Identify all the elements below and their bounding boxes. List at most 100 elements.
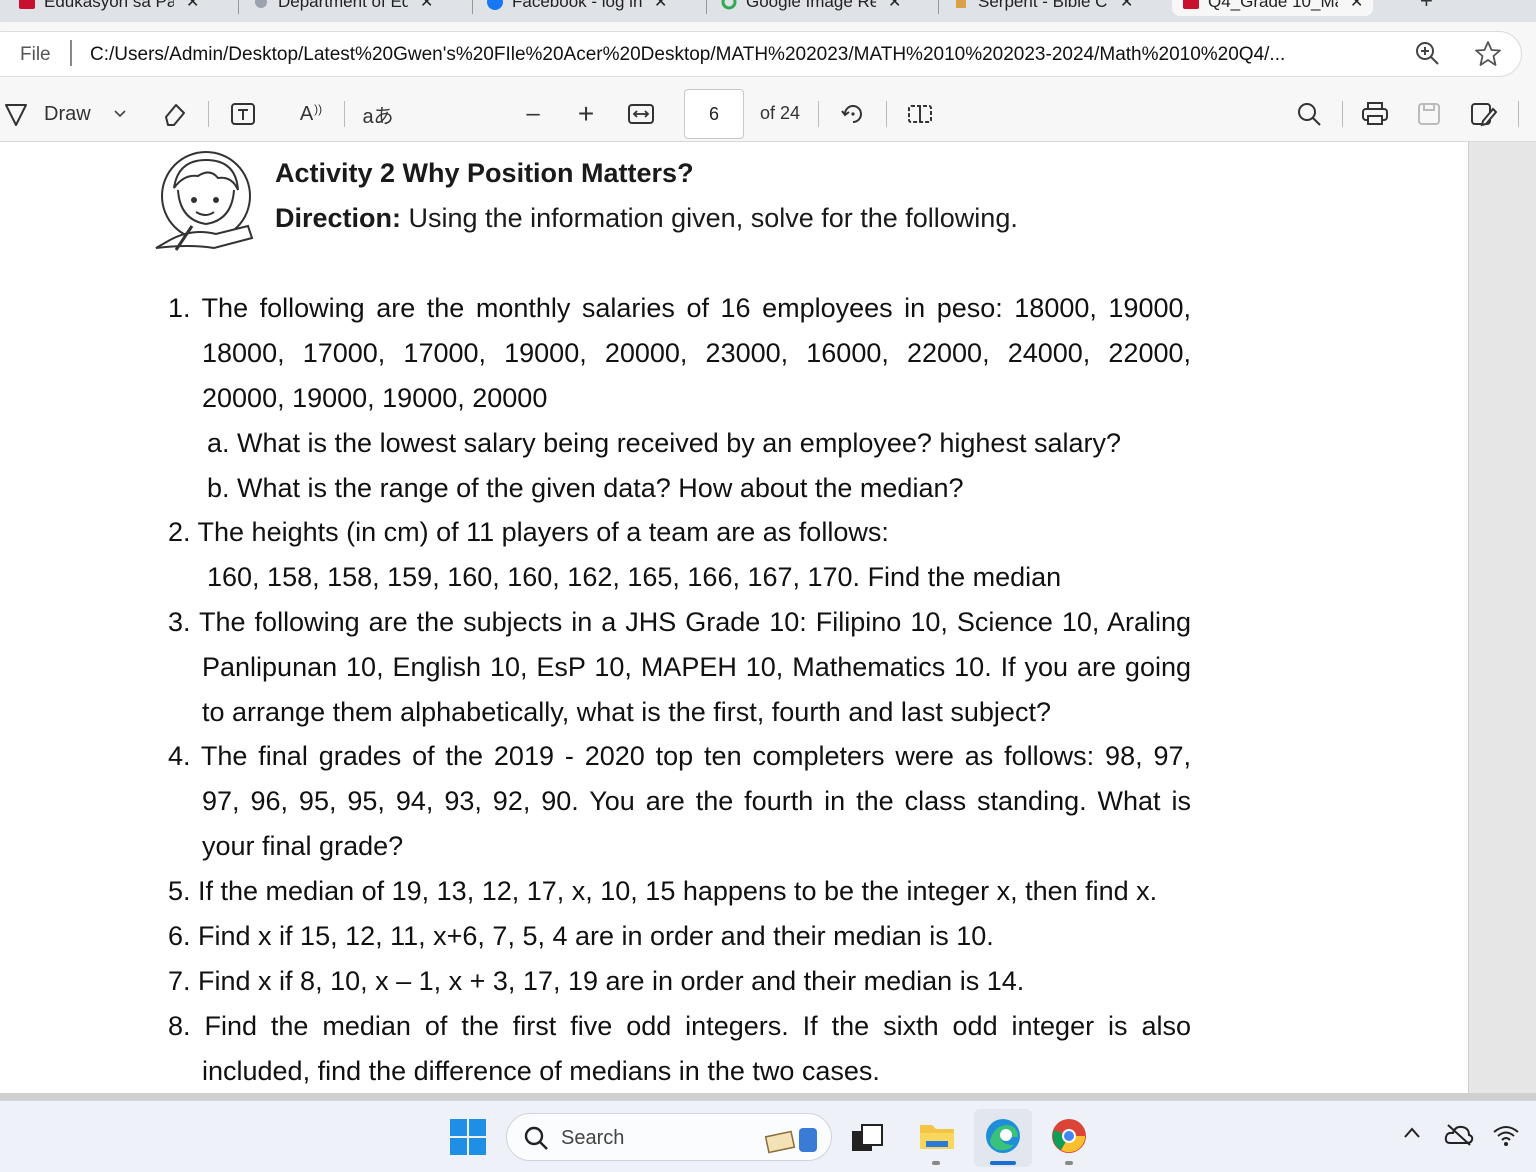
- tab-deped[interactable]: Department of Ed ✕: [242, 0, 443, 16]
- taskbar-search-box[interactable]: Search: [506, 1113, 832, 1161]
- question-7: 7. Find x if 8, 10, x – 1, x + 3, 17, 19…: [168, 966, 1025, 996]
- toolbar-divider: [208, 101, 209, 127]
- tab-title: Google Image Re: [746, 0, 876, 11]
- zoom-out-button[interactable]: –: [520, 100, 546, 128]
- draw-button[interactable]: Draw: [44, 100, 91, 128]
- add-text-icon[interactable]: [228, 100, 258, 128]
- eraser-icon[interactable]: [160, 100, 190, 128]
- pdf-icon: [1182, 0, 1200, 10]
- search-icon[interactable]: [1294, 100, 1324, 128]
- favorite-star-icon[interactable]: [1474, 40, 1502, 73]
- file-explorer-icon[interactable]: [918, 1119, 956, 1153]
- task-view-icon[interactable]: [850, 1123, 884, 1153]
- tab-title: Q4_Grade 10_Ma: [1208, 0, 1338, 11]
- pdf-toolbar: Draw A)) aあ – + 6 of 24: [0, 86, 1536, 142]
- pdf-icon: [18, 0, 36, 10]
- print-icon[interactable]: [1360, 100, 1390, 128]
- tab-title: Facebook - log in: [512, 0, 642, 11]
- text-size-icon[interactable]: A)): [296, 100, 326, 128]
- question-6: 6. Find x if 15, 12, 11, x+6, 7, 5, 4 ar…: [168, 921, 994, 951]
- page-gap: [0, 1093, 1536, 1100]
- close-icon[interactable]: ✕: [1350, 0, 1363, 12]
- worksheet-content: Activity 2 Why Position Matters? Directi…: [0, 142, 1469, 1093]
- tab-divider: [706, 0, 707, 14]
- question-8-line-1: 8. Find the median of the first five odd…: [168, 1011, 1191, 1041]
- search-icon: [524, 1126, 548, 1150]
- windows-start-icon[interactable]: [450, 1119, 486, 1155]
- url-text[interactable]: C:/Users/Admin/Desktop/Latest%20Gwen's%2…: [90, 44, 1285, 66]
- direction-line: Direction: Using the information given, …: [275, 203, 1018, 234]
- save-icon[interactable]: [1414, 100, 1444, 128]
- tab-title: Edukasyon sa Pag: [44, 0, 174, 11]
- search-highlight-icon: [764, 1128, 817, 1154]
- chevron-up-icon[interactable]: [1402, 1123, 1422, 1143]
- question-1-line-2: 18000, 17000, 17000, 19000, 20000, 23000…: [202, 338, 1191, 368]
- tab-q4-grade10[interactable]: Q4_Grade 10_Ma ✕: [1172, 0, 1374, 16]
- draw-pen-icon[interactable]: [2, 100, 30, 128]
- question-8-line-2: included, find the difference of medians…: [202, 1056, 880, 1086]
- deped-icon: [252, 0, 270, 10]
- tab-strip: Edukasyon sa Pag ✕ Department of Ed ✕ Fa…: [0, 0, 1536, 22]
- minus-glyph: –: [526, 100, 540, 127]
- save-as-icon[interactable]: [1468, 100, 1498, 128]
- draw-label: Draw: [44, 102, 91, 125]
- zoom-icon[interactable]: [1414, 40, 1440, 71]
- close-icon[interactable]: ✕: [1120, 0, 1133, 12]
- wifi-icon[interactable]: [1492, 1123, 1520, 1147]
- question-2-line-2: 160, 158, 158, 159, 160, 160, 162, 165, …: [207, 562, 1062, 592]
- plus-glyph: +: [577, 98, 595, 129]
- bible-icon: [952, 0, 970, 10]
- site-info-label[interactable]: File: [20, 44, 51, 66]
- tab-edukasyon[interactable]: Edukasyon sa Pag ✕: [8, 0, 209, 16]
- question-4-line-1: 4. The final grades of the 2019 - 2020 t…: [168, 741, 1191, 771]
- close-icon[interactable]: ✕: [654, 0, 667, 12]
- question-3-line-3: to arrange them alphabetically, what is …: [202, 697, 1051, 727]
- text-size-glyph: A: [299, 102, 314, 125]
- student-writing-icon: [155, 151, 254, 251]
- question-1b: b. What is the range of the given data? …: [207, 473, 964, 503]
- tab-serpent[interactable]: Serpent - Bible Co ✕: [942, 0, 1143, 16]
- tab-facebook[interactable]: Facebook - log in ✕: [476, 0, 677, 16]
- tab-divider: [238, 0, 239, 14]
- direction-label: Direction:: [275, 203, 402, 233]
- question-4-line-3: your final grade?: [202, 831, 404, 861]
- new-tab-button[interactable]: +: [1420, 0, 1433, 14]
- toolbar-divider: [886, 101, 887, 127]
- question-3-line-1: 3. The following are the subjects in a J…: [168, 607, 1191, 637]
- pdf-viewer[interactable]: Activity 2 Why Position Matters? Directi…: [0, 142, 1536, 1100]
- direction-text: Using the information given, solve for t…: [401, 203, 1018, 233]
- search-placeholder: Search: [561, 1127, 625, 1149]
- rotate-icon[interactable]: [838, 100, 868, 128]
- question-3-line-2: Panlipunan 10, English 10, EsP 10, MAPEH…: [202, 652, 1191, 682]
- zoom-in-button[interactable]: +: [573, 98, 599, 129]
- active-indicator: [990, 1161, 1016, 1165]
- url-divider: [70, 40, 72, 66]
- close-icon[interactable]: ✕: [420, 0, 433, 12]
- tab-divider: [938, 0, 939, 14]
- onedrive-offline-icon[interactable]: [1444, 1123, 1474, 1147]
- edge-browser-icon[interactable]: [984, 1117, 1022, 1155]
- toolbar-divider: [1518, 101, 1519, 127]
- fit-width-icon[interactable]: [626, 100, 656, 128]
- toolbar-divider: [344, 101, 345, 127]
- tab-google-image[interactable]: Google Image Re ✕: [710, 0, 911, 16]
- toolbar-divider: [1342, 101, 1343, 127]
- question-1-line-3: 20000, 19000, 19000, 20000: [202, 383, 548, 413]
- chevron-down-icon[interactable]: [110, 100, 130, 128]
- google-icon: [720, 0, 738, 10]
- page-number-input[interactable]: 6: [684, 89, 744, 139]
- page-count-label: of 24: [760, 103, 801, 123]
- address-bar: File C:/Users/Admin/Desktop/Latest%20Gwe…: [0, 22, 1536, 86]
- running-indicator: [932, 1161, 940, 1165]
- read-aloud-icon[interactable]: aあ: [362, 100, 394, 128]
- tab-title: Department of Ed: [278, 0, 408, 11]
- close-icon[interactable]: ✕: [888, 0, 901, 12]
- read-aloud-glyph: aあ: [362, 105, 394, 128]
- chrome-browser-icon[interactable]: [1050, 1117, 1088, 1155]
- pdf-page: Activity 2 Why Position Matters? Directi…: [0, 142, 1469, 1093]
- close-icon[interactable]: ✕: [186, 0, 199, 12]
- taskbar: Search: [0, 1100, 1536, 1172]
- page-view-icon[interactable]: [904, 100, 936, 128]
- running-indicator: [1065, 1161, 1073, 1165]
- question-1a: a. What is the lowest salary being recei…: [207, 428, 1121, 458]
